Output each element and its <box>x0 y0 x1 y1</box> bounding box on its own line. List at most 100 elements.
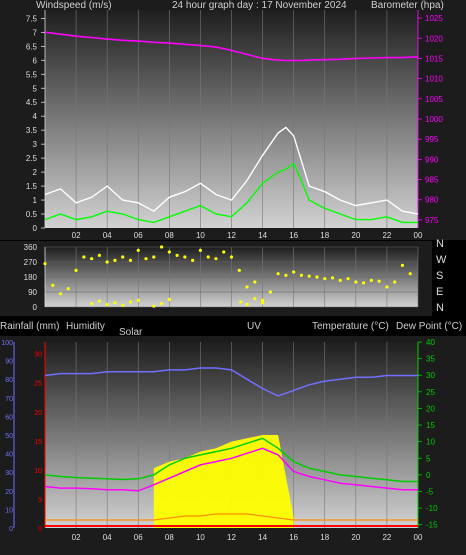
y-right-tick-label: 1005 <box>425 95 443 104</box>
direction-panel: 0 90 180 270 360 <box>0 241 432 316</box>
direction-point <box>183 255 187 259</box>
direction-chart: 0 90 180 270 360 <box>24 243 419 312</box>
direction-point <box>82 255 86 259</box>
x-tick-label: 18 <box>320 533 329 542</box>
direction-point <box>128 300 133 304</box>
direction-point <box>113 258 117 262</box>
temperature-tick-label: 35 <box>426 355 435 364</box>
temperature-tick-label: -15 <box>426 521 438 530</box>
direction-point <box>51 283 55 287</box>
rain-tick-label: 25 <box>34 381 42 388</box>
temperature-tick-label: 10 <box>426 438 435 447</box>
x-tick-label: 16 <box>289 533 298 542</box>
rain-tick-label: 30 <box>34 352 42 359</box>
x-tick-label: 06 <box>134 231 143 240</box>
direction-point <box>323 277 327 281</box>
humidity-tick-label: 0 <box>9 526 13 533</box>
humidity-tick-label: 30 <box>5 470 13 477</box>
dewpoint-label: Dew Point (°C) <box>396 321 463 332</box>
direction-point <box>393 280 397 284</box>
y-left-tick-label: 2.5 <box>26 154 38 163</box>
direction-point <box>152 255 156 259</box>
y-left-tick-label: 0 <box>33 224 38 233</box>
direction-point <box>144 257 148 261</box>
direction-point <box>159 245 164 249</box>
direction-point <box>408 272 412 276</box>
compass-s: S <box>436 270 444 282</box>
temperature-tick-label: 20 <box>426 404 435 413</box>
direction-point <box>400 263 405 267</box>
x-tick-label: 10 <box>196 231 205 240</box>
direction-point <box>43 262 47 266</box>
y-left-tick-label: 3 <box>33 140 38 149</box>
y-left-tick-label: 6.5 <box>26 42 38 51</box>
direction-point <box>268 290 272 294</box>
y-left-tick-label: 3.5 <box>26 126 38 135</box>
temperature-label: Temperature (°C) <box>312 321 389 332</box>
temperature-chart: 02 04 06 08 10 12 14 16 18 20 22 000102030405060708… <box>1 338 438 542</box>
rainfall-label: Rainfall (mm) <box>0 321 60 332</box>
y-right-tick-label: 1000 <box>425 115 443 124</box>
wind-panel: Windspeed (m/s) 24 hour graph day : 17 N… <box>0 0 466 240</box>
x-tick-label: 12 <box>227 533 236 542</box>
x-tick-label: 22 <box>382 533 391 542</box>
direction-point <box>253 280 257 284</box>
compass-n-top: N <box>436 238 444 250</box>
direction-point <box>245 302 249 307</box>
x-tick-label: 08 <box>165 231 174 240</box>
humidity-tick-label: 70 <box>5 396 13 403</box>
y-left-tick-label: 1 <box>33 196 38 205</box>
direction-point <box>90 257 94 261</box>
humidity-tick-label: 90 <box>5 359 13 366</box>
compass-e: E <box>436 286 444 298</box>
y-right-tick-label: 1025 <box>425 14 443 23</box>
rain-tick-label: 5 <box>38 497 42 504</box>
direction-point <box>167 250 171 254</box>
compass-w: W <box>436 254 447 266</box>
direction-point <box>338 278 342 282</box>
direction-point <box>121 303 125 307</box>
direction-point <box>66 287 70 291</box>
y-left-tick-label: 5.5 <box>26 70 38 79</box>
x-tick-label: 20 <box>351 231 360 240</box>
y-left-tick-label: 0.5 <box>26 210 38 219</box>
direction-point <box>128 258 133 262</box>
direction-point <box>315 275 319 279</box>
direction-point <box>175 253 179 257</box>
direction-point <box>369 278 373 282</box>
direction-point <box>346 277 350 281</box>
humidity-tick-label: 50 <box>5 433 13 440</box>
direction-point <box>136 248 140 252</box>
y-tick-label: 0 <box>33 303 38 312</box>
humidity-tick-label: 10 <box>5 507 13 514</box>
direction-point <box>299 273 304 277</box>
temperature-tick-label: 15 <box>426 421 435 430</box>
y-right-tick-label: 985 <box>425 176 439 185</box>
direction-point <box>105 302 109 307</box>
direction-point <box>113 301 117 305</box>
humidity-tick-label: 80 <box>5 377 13 384</box>
y-left-tick-label: 5 <box>33 84 38 93</box>
y-tick-label: 360 <box>24 243 38 252</box>
direction-point <box>136 298 140 302</box>
wind-chart: 02 04 06 08 10 12 14 16 18 20 22 0000.511.522.533.5… <box>26 10 443 240</box>
y-left-tick-label: 1.5 <box>26 182 38 191</box>
temperature-panel: 02 04 06 08 10 12 14 16 18 20 22 00 0 10 20 30 40 50 60 70 8… <box>0 336 466 555</box>
direction-point <box>206 255 210 259</box>
y-right-tick-label: 990 <box>425 155 439 164</box>
y-right-tick-label: 995 <box>425 135 439 144</box>
compass-n-bottom: N <box>436 302 444 314</box>
humidity-tick-label: 60 <box>5 414 13 421</box>
direction-point <box>105 260 109 264</box>
direction-point <box>167 297 171 302</box>
rain-tick-label: 15 <box>34 439 42 446</box>
x-tick-label: 18 <box>320 231 329 240</box>
direction-point <box>97 299 101 303</box>
y-tick-label: 180 <box>24 273 38 282</box>
rain-tick-label: 0 <box>38 526 42 533</box>
direction-point <box>307 274 311 278</box>
y-tick-label: 90 <box>28 288 37 297</box>
x-tick-label: 00 <box>414 231 423 240</box>
humidity-tick-label: 20 <box>5 489 13 496</box>
y-right-tick-label: 980 <box>425 196 439 205</box>
